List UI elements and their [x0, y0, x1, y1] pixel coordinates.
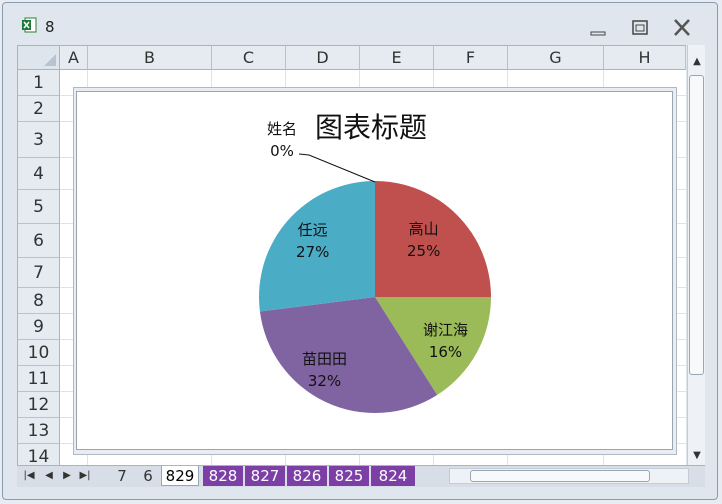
data-label-gaoshan[interactable]: 高山 25% — [407, 218, 440, 262]
row-header-7[interactable]: 7 — [18, 258, 60, 288]
close-icon[interactable] — [669, 17, 695, 39]
row-header-5[interactable]: 5 — [18, 190, 60, 224]
horizontal-scrollbar[interactable] — [449, 468, 689, 484]
next-sheet-icon[interactable]: ▶ — [59, 468, 75, 484]
row-header-3[interactable]: 3 — [18, 122, 60, 158]
vertical-scroll-thumb[interactable] — [689, 75, 704, 375]
slice-percent: 27% — [296, 243, 330, 261]
row-header-13[interactable]: 13 — [18, 418, 60, 444]
column-header-g[interactable]: G — [508, 46, 604, 70]
title-bar: 8 — [3, 3, 717, 39]
leader-line — [298, 153, 376, 183]
data-label-xiejianghai[interactable]: 谢江海 16% — [423, 319, 468, 363]
sheet-tab[interactable]: 7 — [111, 466, 133, 486]
column-header-e[interactable]: E — [360, 46, 434, 70]
row-header-9[interactable]: 9 — [18, 314, 60, 340]
sheet-tab-active[interactable]: 829 — [161, 466, 199, 486]
slice-percent: 0% — [270, 142, 294, 160]
slice-label: 任远 — [297, 221, 328, 239]
sheet-tab[interactable]: 827 — [245, 466, 285, 486]
column-header-f[interactable]: F — [434, 46, 508, 70]
window-title: 8 — [45, 18, 55, 36]
row-header-4[interactable]: 4 — [18, 158, 60, 190]
sheet-tab[interactable]: 825 — [329, 466, 369, 486]
slice-percent: 16% — [428, 343, 463, 361]
slice-label: 苗田田 — [302, 350, 348, 368]
minimize-icon[interactable] — [585, 17, 611, 39]
last-sheet-icon[interactable]: ▶| — [77, 468, 93, 484]
row-header-6[interactable]: 6 — [18, 224, 60, 258]
scroll-up-icon[interactable]: ▲ — [690, 55, 704, 69]
prev-sheet-icon[interactable]: ◀ — [41, 468, 57, 484]
sheet-tab[interactable]: 828 — [203, 466, 243, 486]
maximize-icon[interactable] — [627, 17, 653, 39]
sheet-tab[interactable]: 826 — [287, 466, 327, 486]
column-header-a[interactable]: A — [60, 46, 88, 70]
slice-label: 高山 — [408, 220, 439, 238]
column-header-d[interactable]: D — [286, 46, 360, 70]
row-header-14[interactable]: 14 — [18, 444, 60, 466]
slice-label: 谢江海 — [423, 321, 469, 339]
first-sheet-icon[interactable]: |◀ — [21, 468, 37, 484]
sheet-tab-bar: |◀ ◀ ▶ ▶| 7 6 829 828 827 826 825 824 — [17, 465, 705, 487]
data-label-renyuan[interactable]: 任远 27% — [296, 219, 329, 263]
workbook-window: 8 A B C D E F G H 1 2 3 4 5 6 7 8 9 10 1… — [2, 2, 718, 500]
chart-area[interactable]: 图表标题 姓名 0% 高山 25% 谢江海 16% 苗田田 32% 任远 27% — [76, 91, 673, 450]
slice-percent: 32% — [307, 372, 342, 390]
sheet-tab[interactable]: 824 — [371, 466, 415, 486]
column-header-h[interactable]: H — [604, 46, 686, 70]
slice-percent: 25% — [407, 242, 441, 260]
horizontal-scroll-thumb[interactable] — [470, 470, 650, 482]
row-header-11[interactable]: 11 — [18, 366, 60, 392]
pie-chart[interactable] — [77, 92, 674, 451]
slice-label: 姓名 — [267, 120, 298, 138]
data-label-miaotiantian[interactable]: 苗田田 32% — [302, 348, 347, 392]
select-all-corner[interactable] — [18, 46, 60, 70]
sheet-tab[interactable]: 6 — [137, 466, 159, 486]
scroll-down-icon[interactable]: ▼ — [690, 449, 704, 463]
row-header-8[interactable]: 8 — [18, 288, 60, 314]
row-header-10[interactable]: 10 — [18, 340, 60, 366]
row-header-12[interactable]: 12 — [18, 392, 60, 418]
data-label-name[interactable]: 姓名 0% — [267, 118, 297, 162]
column-header-b[interactable]: B — [88, 46, 212, 70]
column-header-c[interactable]: C — [212, 46, 286, 70]
vertical-scrollbar[interactable]: ▲ ▼ — [687, 45, 705, 465]
row-header-2[interactable]: 2 — [18, 96, 60, 122]
excel-icon — [22, 17, 37, 33]
row-header-1[interactable]: 1 — [18, 70, 60, 96]
